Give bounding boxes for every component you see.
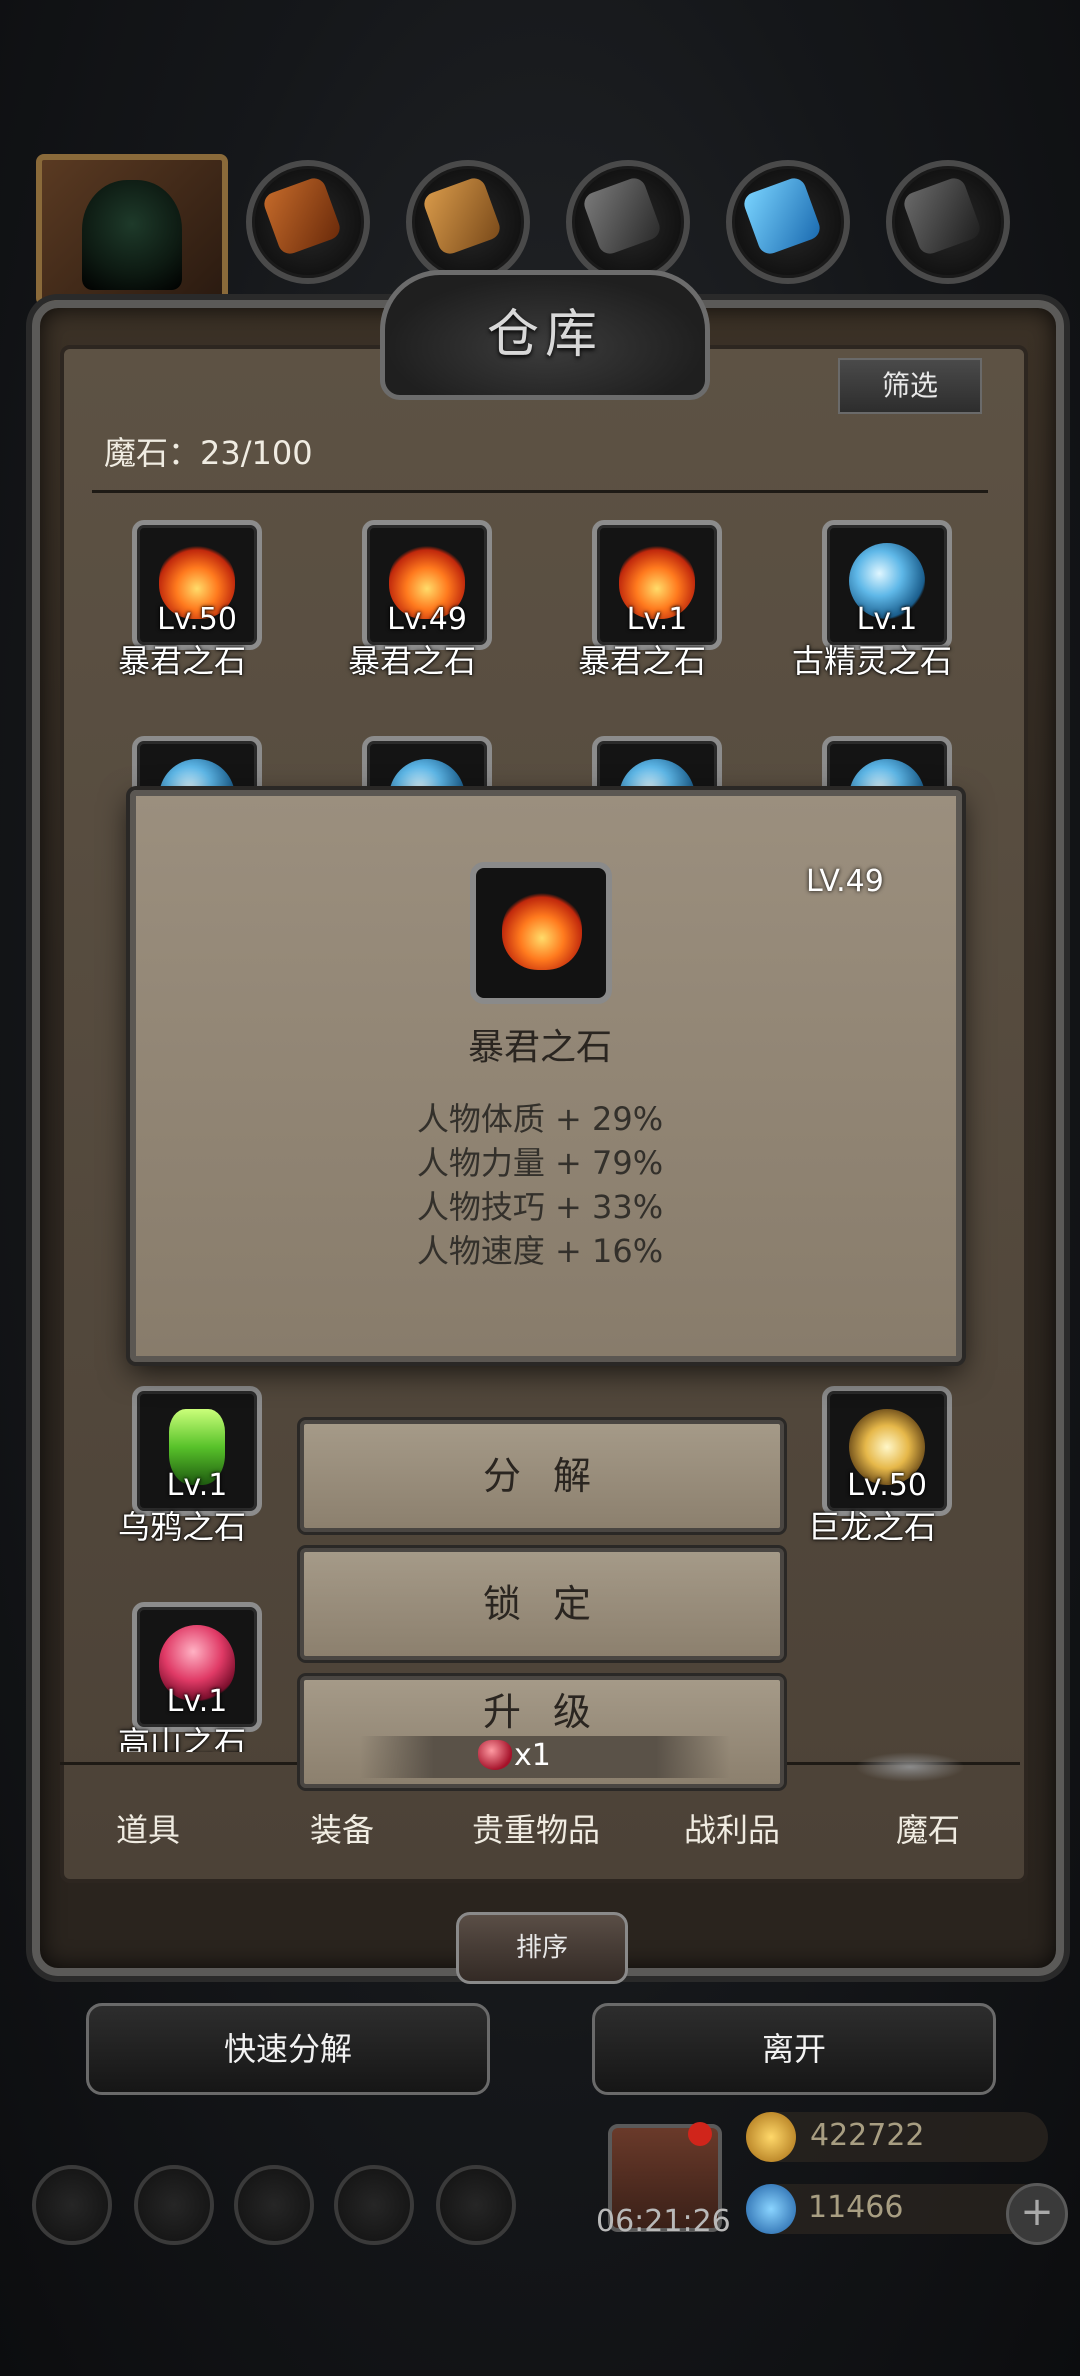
gold-coin-icon: [746, 2112, 796, 2162]
detail-stat: 人物速度 + 16%: [416, 1232, 664, 1270]
item-level: Lv.1: [856, 602, 918, 637]
decompose-label: 分 解: [482, 1454, 602, 1498]
quest-icon[interactable]: [234, 2165, 314, 2245]
red-gem-icon: [478, 1740, 512, 1770]
title-plate: 仓库: [380, 270, 710, 400]
item-slot[interactable]: Lv.1 乌鸦之石: [92, 1386, 272, 1546]
active-tab-indicator: [855, 1752, 965, 1782]
item-name: 巨龙之石: [807, 1508, 936, 1546]
item-slot[interactable]: Lv.50 暴君之石: [92, 520, 272, 680]
blue-gem-icon: [746, 2184, 796, 2234]
item-level: Lv.1: [626, 602, 688, 637]
tab-valuables[interactable]: 贵重物品: [472, 1805, 600, 1851]
fire-gem-icon: [502, 890, 582, 970]
upgrade-label: 升 级: [482, 1690, 602, 1734]
detail-item-frame: [470, 862, 612, 1004]
character-avatar[interactable]: [36, 154, 228, 306]
decompose-button[interactable]: 分 解: [300, 1420, 784, 1532]
item-slot[interactable]: Lv.1 古精灵之石: [782, 520, 962, 680]
item-name: 暴君之石: [577, 642, 706, 680]
category-leather-icon[interactable]: [246, 160, 370, 284]
item-level: Lv.1: [166, 1684, 228, 1719]
mail-icon[interactable]: [334, 2165, 414, 2245]
add-currency-button[interactable]: +: [1006, 2183, 1068, 2245]
magic-stone-count: 魔石：23/100: [104, 434, 313, 472]
item-name: 高山之石: [117, 1724, 246, 1752]
lock-button[interactable]: 锁 定: [300, 1548, 784, 1660]
item-level: Lv.1: [166, 1468, 228, 1503]
upgrade-cost: x1: [514, 1738, 551, 1773]
page-title: 仓库: [486, 305, 603, 365]
settings-icon[interactable]: [32, 2165, 112, 2245]
sort-button[interactable]: 排序: [456, 1912, 628, 1984]
lock-label: 锁 定: [482, 1582, 602, 1626]
item-level: Lv.50: [847, 1468, 927, 1503]
category-wood-icon[interactable]: [406, 160, 530, 284]
tab-magic-stones[interactable]: 魔石: [896, 1805, 960, 1851]
leave-button[interactable]: 离开: [592, 2003, 996, 2095]
item-name: 暴君之石: [117, 642, 246, 680]
gem-amount: 11466: [808, 2190, 904, 2225]
item-slot[interactable]: Lv.50 巨龙之石: [782, 1386, 962, 1546]
tab-items[interactable]: 道具: [116, 1805, 180, 1851]
item-level: Lv.49: [387, 602, 467, 637]
item-slot[interactable]: Lv.1 暴君之石: [552, 520, 732, 680]
item-slot[interactable]: Lv.1 高山之石: [92, 1602, 272, 1762]
tab-equipment[interactable]: 装备: [310, 1805, 374, 1851]
notification-dot: [688, 2122, 712, 2146]
category-stone-icon[interactable]: [886, 160, 1010, 284]
hooded-figure-icon: [82, 180, 182, 290]
item-name: 暴君之石: [347, 642, 476, 680]
item-name: 乌鸦之石: [117, 1508, 246, 1546]
filter-button[interactable]: 筛选: [838, 358, 982, 414]
category-iron-icon[interactable]: [566, 160, 690, 284]
detail-stat: 人物体质 + 29%: [416, 1100, 664, 1138]
gold-amount: 422722: [810, 2118, 925, 2153]
item-level: Lv.50: [157, 602, 237, 637]
item-name: 古精灵之石: [791, 642, 952, 680]
star-icon[interactable]: [134, 2165, 214, 2245]
detail-stat: 人物力量 + 79%: [416, 1144, 664, 1182]
category-crystal-icon[interactable]: [726, 160, 850, 284]
detail-stat: 人物技巧 + 33%: [416, 1188, 664, 1226]
category-icon-row: [30, 150, 1050, 306]
gift-timer: 06:21:26: [596, 2204, 731, 2239]
map-icon[interactable]: [436, 2165, 516, 2245]
detail-level: LV.49: [806, 864, 884, 899]
divider: [92, 490, 988, 493]
quick-decompose-button[interactable]: 快速分解: [86, 2003, 490, 2095]
tab-loot[interactable]: 战利品: [684, 1805, 780, 1851]
item-slot[interactable]: Lv.49 暴君之石: [322, 520, 502, 680]
detail-item-name: 暴君之石: [467, 1027, 612, 1068]
